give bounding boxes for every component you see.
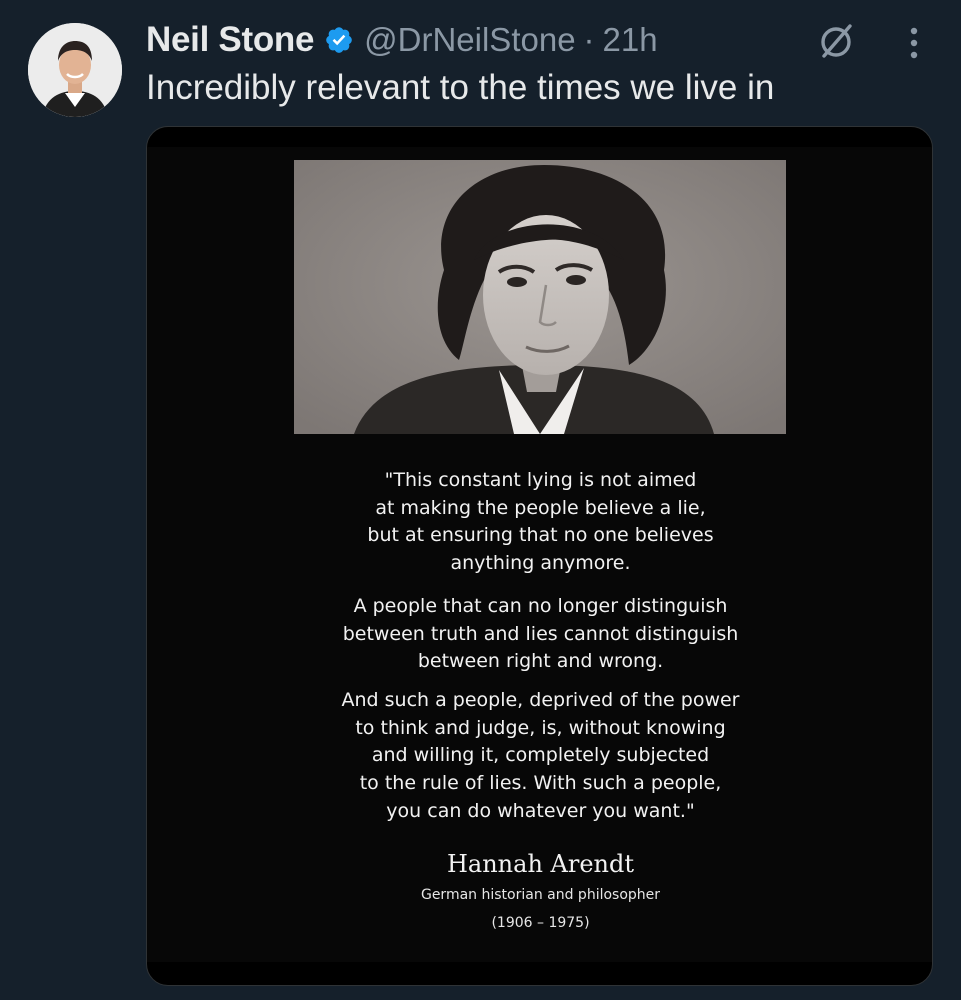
quote-line: between right and wrong. xyxy=(417,650,664,673)
tweet-header: Neil Stone @DrNeilStone · 21h xyxy=(146,18,658,62)
verified-badge-icon xyxy=(326,27,352,53)
quote-paragraph-3: And such a people, deprived of the power… xyxy=(147,687,932,826)
avatar[interactable] xyxy=(28,23,122,117)
quote-line: and willing it, completely subjected xyxy=(371,744,710,767)
more-vertical-icon[interactable] xyxy=(900,22,928,64)
tweet-media[interactable]: "This constant lying is not aimed at mak… xyxy=(146,126,933,986)
quote-line: "This constant lying is not aimed xyxy=(384,469,697,491)
user-handle[interactable]: @DrNeilStone xyxy=(364,21,575,59)
attribution-years: (1906 – 1975) xyxy=(491,915,590,931)
quote-paragraph-2: A people that can no longer distinguish … xyxy=(147,593,932,676)
quote-line: to the rule of lies. With such a people, xyxy=(359,772,722,795)
tweet[interactable]: Neil Stone @DrNeilStone · 21h Incredibly… xyxy=(0,0,961,1000)
quote-line: And such a people, deprived of the power xyxy=(341,689,740,711)
quote-line: anything anymore. xyxy=(450,552,631,575)
portrait-photo-icon xyxy=(294,160,786,434)
quote-paragraph-1: "This constant lying is not aimed at mak… xyxy=(147,467,932,578)
display-name[interactable]: Neil Stone xyxy=(146,20,314,60)
quote-line: to think and judge, is, without knowing xyxy=(355,716,726,739)
quote-image: "This constant lying is not aimed at mak… xyxy=(147,147,932,962)
timestamp[interactable]: 21h xyxy=(603,21,658,59)
separator-dot: · xyxy=(583,21,595,58)
grok-icon[interactable] xyxy=(815,20,857,62)
tweet-text: Incredibly relevant to the times we live… xyxy=(146,68,775,107)
portrait-photo xyxy=(294,160,786,434)
profile-photo-icon xyxy=(28,23,122,117)
quote-line: between truth and lies cannot distinguis… xyxy=(342,622,739,645)
attribution-role: German historian and philosopher xyxy=(420,887,661,903)
quote-line: you can do whatever you want." xyxy=(386,799,695,822)
quote-line: at making the people believe a lie, xyxy=(375,496,706,519)
quote-line: but at ensuring that no one believes xyxy=(367,524,714,547)
quote-line: A people that can no longer distinguish xyxy=(353,595,728,617)
attribution-name: Hannah Arendt xyxy=(446,850,635,878)
